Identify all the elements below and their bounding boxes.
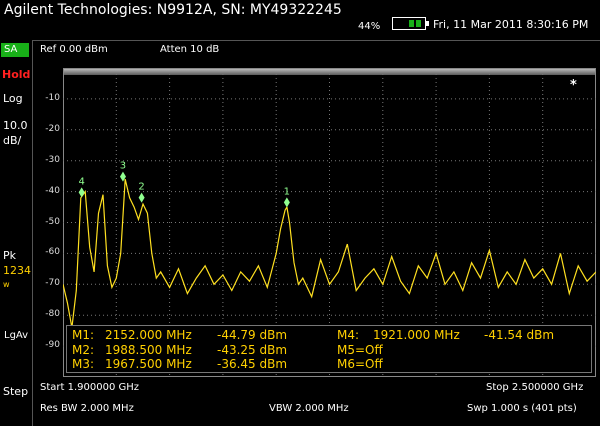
- marker-table: M1: 2152.000 MHz -44.79 dBm M2: 1988.500 MHz…: [66, 325, 592, 373]
- marker-row-label: M5=Off: [337, 343, 383, 357]
- battery-percent: 44%: [358, 21, 381, 32]
- marker-number-label: 4: [78, 176, 84, 187]
- marker-row-level: -43.25 dBm: [217, 343, 288, 357]
- sweep-time[interactable]: Swp 1.000 s (401 pts): [467, 403, 577, 414]
- window-title: Agilent Technologies: N9912A, SN: MY4932…: [4, 2, 342, 18]
- scale-value-label: 10.0 dB/: [3, 119, 28, 147]
- averaging-label: LgAv: [4, 330, 29, 341]
- hold-indicator: Hold: [2, 68, 31, 81]
- battery-cell: [409, 20, 414, 27]
- marker-row-level: -41.54 dBm: [484, 328, 555, 342]
- y-tick-label: -60: [45, 247, 60, 258]
- marker-diamond-icon: [283, 197, 290, 208]
- marker-row-label: M1:: [72, 328, 95, 342]
- y-tick-label: -30: [45, 154, 60, 165]
- y-tick-label: -20: [45, 123, 60, 134]
- marker-row-frequency: 1921.000 MHz: [373, 328, 460, 342]
- analyzer-screen: Agilent Technologies: N9912A, SN: MY4932…: [0, 0, 600, 426]
- marker-diamond-icon: [78, 187, 85, 198]
- detector-label: Pk: [3, 249, 17, 262]
- marker-row-level: -44.79 dBm: [217, 328, 288, 342]
- reference-level: Ref 0.00 dBm: [40, 44, 108, 55]
- update-asterisk: *: [570, 78, 577, 93]
- marker-row-frequency: 2152.000 MHz: [105, 328, 192, 342]
- marker-row-label: M2:: [72, 343, 95, 357]
- y-tick-label: -90: [45, 340, 60, 351]
- start-frequency[interactable]: Start 1.900000 GHz: [40, 382, 139, 393]
- trace-state: w: [3, 280, 10, 289]
- marker-row-label: M6=Off: [337, 357, 383, 371]
- marker-diamond-icon: [138, 192, 145, 203]
- y-tick-label: -50: [45, 216, 60, 227]
- sidebar-divider: [32, 40, 33, 426]
- video-bandwidth[interactable]: VBW 2.000 MHz: [269, 403, 349, 414]
- y-tick-label: -40: [45, 185, 60, 196]
- marker-number-label: 2: [138, 182, 144, 193]
- stop-frequency[interactable]: Stop 2.500000 GHz: [486, 382, 583, 393]
- mode-tab-sa[interactable]: SA: [1, 43, 29, 57]
- marker-row-label: M4:: [337, 328, 360, 342]
- marker-row-frequency: 1967.500 MHz: [105, 357, 192, 371]
- y-tick-label: -70: [45, 278, 60, 289]
- attenuation-level: Atten 10 dB: [160, 44, 220, 55]
- battery-cell: [416, 20, 421, 27]
- marker-number-label: 1: [284, 186, 290, 197]
- y-tick-label: -10: [45, 92, 60, 103]
- marker-row-label: M3:: [72, 357, 95, 371]
- marker-number-label: 3: [120, 161, 126, 172]
- marker-row-level: -36.45 dBm: [217, 357, 288, 371]
- topbar-divider: [33, 40, 600, 41]
- step-label: Step: [3, 385, 29, 398]
- marker-row-frequency: 1988.500 MHz: [105, 343, 192, 357]
- scale-type-label: Log: [3, 92, 23, 105]
- resolution-bandwidth[interactable]: Res BW 2.000 MHz: [40, 403, 134, 414]
- battery-icon: [392, 17, 429, 30]
- spectrum-trace: [63, 179, 596, 328]
- y-tick-label: -80: [45, 309, 60, 320]
- trace-numbers: 1234: [3, 264, 31, 277]
- datetime: Fri, 11 Mar 2011 8:30:16 PM: [433, 18, 589, 31]
